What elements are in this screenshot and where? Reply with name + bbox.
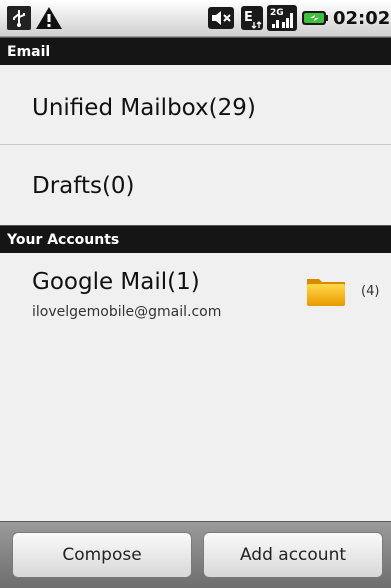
svg-text:E: E — [244, 10, 253, 25]
account-row-google-mail[interactable]: Google Mail(1) ilovelgemobile@gmail.com … — [0, 253, 391, 338]
mailbox-label: Drafts(0) — [32, 173, 135, 199]
folder-count: (4) — [361, 284, 380, 299]
account-name: Google Mail(1) — [32, 269, 200, 295]
mailbox-row-unified[interactable]: Unified Mailbox(29) — [0, 65, 391, 145]
status-bar: E 2G 02:02 — [0, 0, 391, 37]
section-header-email: Email — [0, 37, 391, 65]
account-email: ilovelgemobile@gmail.com — [32, 304, 222, 320]
mute-icon — [208, 7, 234, 29]
compose-button[interactable]: Compose — [12, 532, 192, 578]
usb-icon — [7, 6, 31, 30]
mailbox-label: Unified Mailbox(29) — [32, 95, 256, 121]
mailbox-row-drafts[interactable]: Drafts(0) — [0, 146, 391, 225]
section-header-accounts: Your Accounts — [0, 225, 391, 253]
add-account-button[interactable]: Add account — [203, 532, 383, 578]
battery-icon — [302, 11, 328, 25]
svg-text:2G: 2G — [270, 8, 284, 18]
network-signal-icon: 2G — [267, 5, 297, 31]
bottom-action-bar: Compose Add account — [0, 521, 391, 588]
clock: 02:02 — [333, 8, 391, 29]
warning-icon — [36, 7, 62, 29]
folder-icon[interactable] — [305, 273, 347, 309]
sync-icon: E — [241, 6, 263, 30]
